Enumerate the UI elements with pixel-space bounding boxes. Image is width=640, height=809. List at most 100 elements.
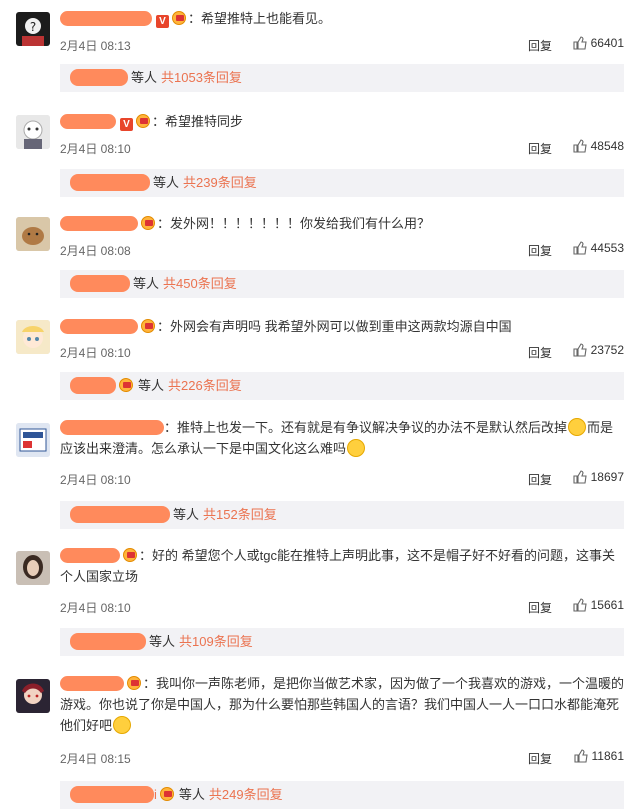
thumbs-up-icon xyxy=(573,470,587,484)
fan-badge-icon xyxy=(119,378,135,392)
reply-button[interactable]: 回复 xyxy=(528,140,552,157)
reply-button[interactable]: 回复 xyxy=(528,599,552,616)
comment-body: ：希望推特上也能看见。 xyxy=(188,11,332,26)
avatar[interactable] xyxy=(16,679,50,713)
like-count: 11861 xyxy=(591,749,624,763)
others-label: 等人 xyxy=(153,175,180,190)
avatar[interactable] xyxy=(16,551,50,585)
username-redacted[interactable] xyxy=(60,216,138,231)
like-count: 18697 xyxy=(590,470,624,484)
sub-replies-box: 等人 共239条回复 xyxy=(60,169,624,197)
like-button[interactable]: 66401 xyxy=(573,36,624,50)
thumbs-up-icon xyxy=(573,598,587,612)
comment-item: ：外网会有声明吗 我希望外网可以做到重申这两款均源自中国 2月4日 08:10 … xyxy=(0,308,640,418)
comment-body: ：希望推特同步 xyxy=(152,114,244,129)
comment-item: V ：希望推特同步 2月4日 08:10 回复 48548 等人 共239条回复 xyxy=(0,103,640,213)
verified-badge-icon: V xyxy=(120,118,133,131)
avatar[interactable] xyxy=(16,217,50,251)
comment-date: 2月4日 08:10 xyxy=(60,601,131,615)
username-redacted[interactable] xyxy=(60,114,116,129)
sub-username-redacted xyxy=(70,506,170,523)
sub-replies-box: 等人 共226条回复 xyxy=(60,372,624,400)
comment-text: ：好的 希望您个人或tgc能在推特上声明此事，这不是帽子好不好看的问题，这事关个… xyxy=(60,545,624,587)
fan-badge-icon xyxy=(159,787,176,801)
username-redacted[interactable] xyxy=(60,319,138,334)
reply-button[interactable]: 回复 xyxy=(528,242,552,259)
comment-date: 2月4日 08:13 xyxy=(60,39,131,53)
comment-item: ：好的 希望您个人或tgc能在推特上声明此事，这不是帽子好不好看的问题，这事关个… xyxy=(0,537,640,656)
others-label: 等人 xyxy=(138,378,165,393)
sub-replies-box: 等人 共1053条回复 xyxy=(60,64,624,92)
avatar[interactable] xyxy=(16,423,50,457)
others-label: 等人 xyxy=(178,787,205,802)
comment-item: ：发外网！！！！！！！你发给我们有什么用？ 2月4日 08:08 回复 4455… xyxy=(0,205,640,315)
comment-body: ：好的 希望您个人或tgc能在推特上声明此事，这不是帽子好不好看的问题，这事关个… xyxy=(60,548,615,584)
fan-badge-icon xyxy=(136,114,152,128)
fan-badge-icon xyxy=(123,548,139,562)
fan-badge-icon xyxy=(141,216,157,230)
sub-username-redacted xyxy=(70,174,150,191)
thumbs-up-icon xyxy=(573,343,587,357)
reply-button[interactable]: 回复 xyxy=(528,37,552,54)
sub-username-redacted xyxy=(70,633,146,650)
reply-count-link[interactable]: 共226条回复 xyxy=(168,378,242,393)
reply-button[interactable]: 回复 xyxy=(528,344,552,361)
comment-date: 2月4日 08:10 xyxy=(60,346,131,360)
avatar[interactable] xyxy=(16,320,50,354)
comment-text: V ：希望推特同步 xyxy=(60,111,624,132)
like-button[interactable]: 11861 xyxy=(573,749,624,763)
comment-date: 2月4日 08:15 xyxy=(60,752,131,766)
thinking-emoji-icon xyxy=(347,439,366,457)
comment-text: ：我叫你一声陈老师，是把你当做艺术家，因为做了一个我喜欢的游戏，一个温暖的游戏。… xyxy=(60,673,624,736)
like-count: 66401 xyxy=(590,36,624,50)
username-redacted[interactable] xyxy=(60,420,164,435)
sub-replies-box: 等人 共152条回复 xyxy=(60,501,624,529)
sub-username-redacted xyxy=(70,786,154,803)
like-button[interactable]: 15661 xyxy=(573,598,624,612)
reply-count-link[interactable]: 共239条回复 xyxy=(183,175,257,190)
thumbs-up-icon xyxy=(573,139,587,153)
like-button[interactable]: 44553 xyxy=(573,241,624,255)
username-redacted[interactable] xyxy=(60,11,152,26)
reply-count-link[interactable]: 共109条回复 xyxy=(179,634,253,649)
comment-body: ：发外网！！！！！！！你发给我们有什么用？ xyxy=(157,216,431,231)
comment-text: ：发外网！！！！！！！你发给我们有什么用？ xyxy=(60,213,624,234)
comment-date: 2月4日 08:10 xyxy=(60,473,131,487)
comment-item: ? V ：希望推特上也能看见。 2月4日 08:13 回复 66401 等人 共10… xyxy=(0,0,640,110)
reply-button[interactable]: 回复 xyxy=(528,750,552,767)
sub-username-redacted xyxy=(70,377,116,394)
others-label: 等人 xyxy=(131,70,158,85)
reply-count-link[interactable]: 共152条回复 xyxy=(203,507,277,522)
comment-body: ：我叫你一声陈老师，是把你当做艺术家，因为做了一个我喜欢的游戏，一个温暖的游戏。… xyxy=(60,676,625,733)
comment-item: ：我叫你一声陈老师，是把你当做艺术家，因为做了一个我喜欢的游戏，一个温暖的游戏。… xyxy=(0,665,640,809)
username-redacted[interactable] xyxy=(60,548,120,563)
comment-date: 2月4日 08:10 xyxy=(60,142,131,156)
comment-body-part-1: ：推特上也发一下。还有就是有争议解决争议的办法不是默认然后改掉 xyxy=(164,420,568,435)
sub-replies-box: 等人 共109条回复 xyxy=(60,628,624,656)
sub-username-tail: i xyxy=(154,787,157,802)
svg-text:?: ? xyxy=(30,20,36,34)
others-label: 等人 xyxy=(149,634,176,649)
like-button[interactable]: 23752 xyxy=(573,343,624,357)
like-count: 15661 xyxy=(590,598,624,612)
like-button[interactable]: 48548 xyxy=(573,139,624,153)
comment-text: ：外网会有声明吗 我希望外网可以做到重申这两款均源自中国 xyxy=(60,316,624,337)
emoji-icon xyxy=(113,716,132,734)
fan-badge-icon xyxy=(141,319,157,333)
reply-count-link[interactable]: 共450条回复 xyxy=(163,276,237,291)
reply-button[interactable]: 回复 xyxy=(528,471,552,488)
like-count: 23752 xyxy=(590,343,624,357)
sub-replies-box: 等人 共450条回复 xyxy=(60,270,624,298)
sub-username-redacted xyxy=(70,69,128,86)
sub-username-redacted xyxy=(70,275,130,292)
comment-text: ：推特上也发一下。还有就是有争议解决争议的办法不是默认然后改掉 而是应该出来澄清。… xyxy=(60,417,624,459)
like-count: 48548 xyxy=(590,139,624,153)
avatar[interactable] xyxy=(16,115,50,149)
reply-count-link[interactable]: 共249条回复 xyxy=(209,787,283,802)
reply-count-link[interactable]: 共1053条回复 xyxy=(161,70,242,85)
thumbs-up-icon xyxy=(573,36,587,50)
username-redacted[interactable] xyxy=(60,676,124,691)
avatar[interactable]: ? xyxy=(16,12,50,46)
like-button[interactable]: 18697 xyxy=(573,470,624,484)
thumbs-up-icon xyxy=(573,749,588,763)
